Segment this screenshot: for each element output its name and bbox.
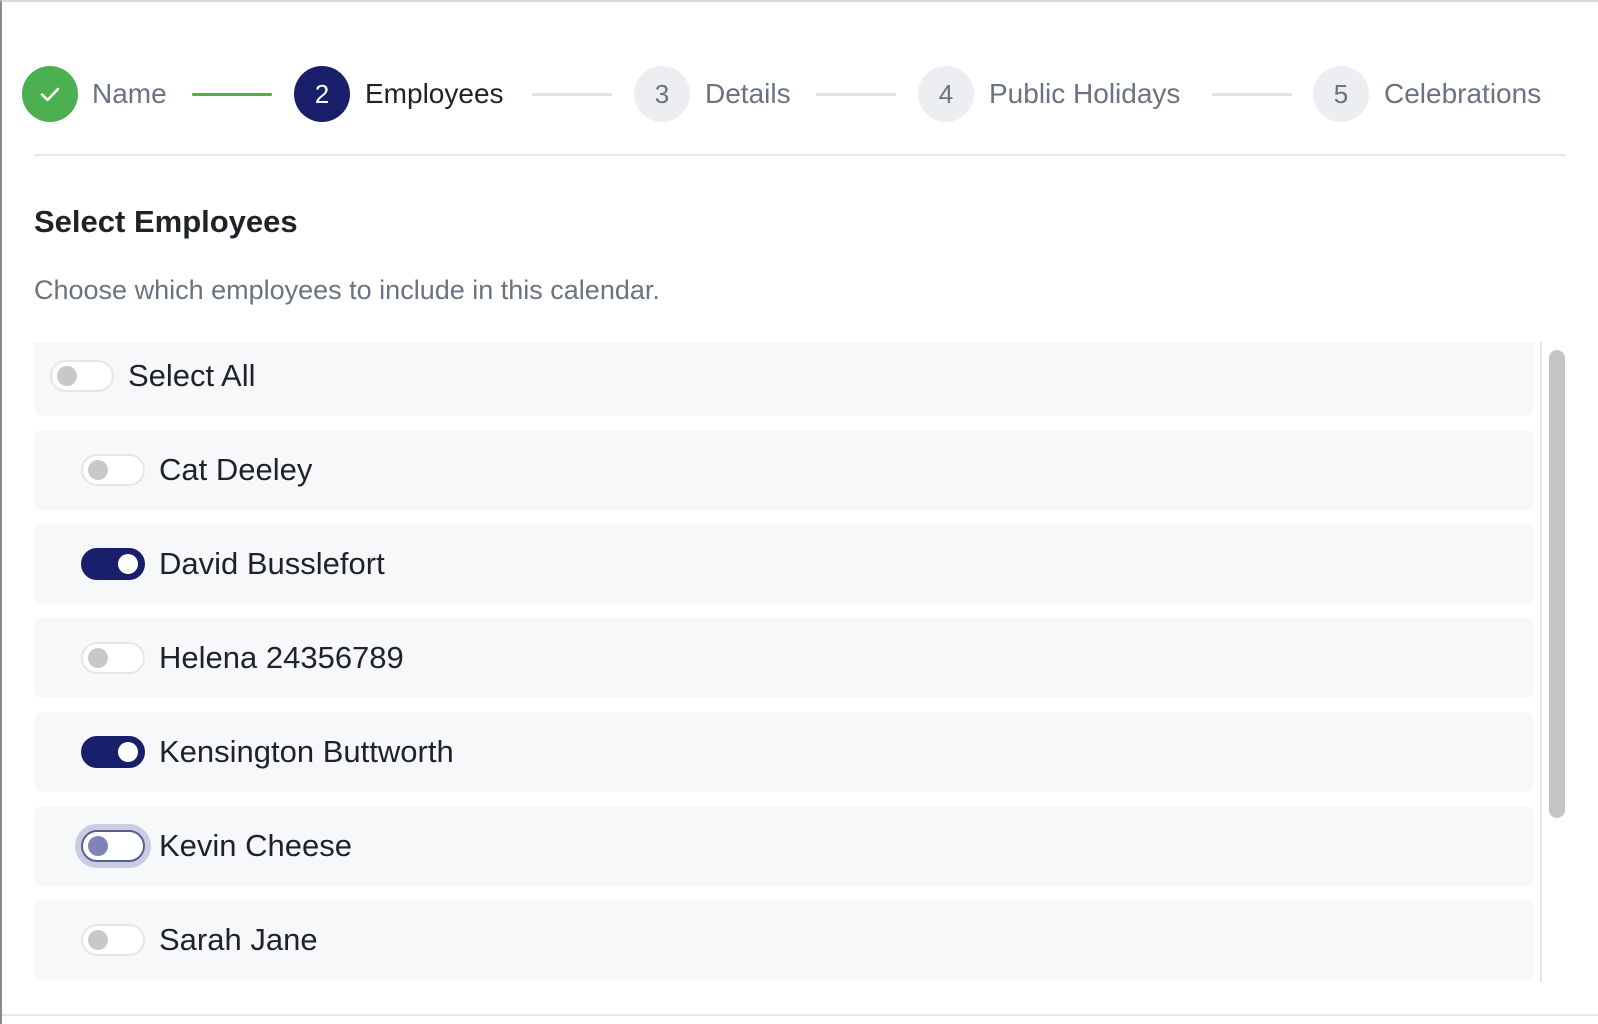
step-connector [1212,93,1292,96]
step-2-employees[interactable]: 2 [294,66,350,122]
toggle-knob [88,460,108,480]
section-description: Choose which employees to include in thi… [34,275,660,305]
employee-toggle[interactable] [81,548,145,580]
employee-row[interactable]: Cat Deeley [34,430,1534,510]
employee-row[interactable]: Sarah Jane [34,900,1534,980]
step-label: Name [92,78,167,109]
toggle-knob [118,742,138,762]
step-4-public-holidays[interactable]: 4 [918,66,974,122]
employee-name: Helena 24356789 [159,640,404,675]
employee-name: Sarah Jane [159,922,318,957]
step-5-celebrations[interactable]: 5 [1313,66,1369,122]
check-icon [40,87,60,102]
employee-toggle[interactable] [81,642,145,674]
select-all-label: Select All [128,358,256,393]
employee-toggle[interactable] [81,924,145,956]
toggle-knob [118,554,138,574]
employee-name: David Busslefort [159,546,385,581]
toggle-knob [88,930,108,950]
employee-name: Cat Deeley [159,452,313,487]
step-label: Celebrations [1384,78,1542,109]
step-connector [816,93,896,96]
step-1-name[interactable] [22,66,78,122]
toggle-knob [57,366,77,386]
step-connector [192,93,272,96]
step-connector [532,93,612,96]
employee-row[interactable]: Helena 24356789 [34,618,1534,698]
employee-name: Kensington Buttworth [159,734,454,769]
list-scrollbar[interactable] [1540,342,1566,982]
employee-name: Kevin Cheese [159,828,353,863]
employee-row[interactable]: David Busslefort [34,524,1534,604]
select-all-toggle[interactable] [50,360,114,392]
scrollbar-thumb[interactable] [1549,350,1565,818]
select-all-row[interactable]: Select All [34,342,1534,416]
step-3-details[interactable]: 3 [634,66,690,122]
section-title: Select Employees [34,204,298,239]
step-label: Details [705,78,791,109]
employee-list: Select All Cat Deeley David Busslefort H… [34,342,1566,982]
stepper: Name 2 Employees 3 Details 4 Public Holi… [0,0,1598,160]
step-label: Employees [365,78,504,109]
employee-row[interactable]: Kensington Buttworth [34,712,1534,792]
employee-toggle[interactable] [81,454,145,486]
divider [34,154,1566,156]
employee-toggle[interactable] [81,830,145,862]
step-label: Public Holidays [989,78,1181,109]
toggle-knob [88,648,108,668]
employee-toggle[interactable] [81,736,145,768]
divider [2,1014,1598,1016]
toggle-knob [88,836,108,856]
employee-row[interactable]: Kevin Cheese [34,806,1534,886]
